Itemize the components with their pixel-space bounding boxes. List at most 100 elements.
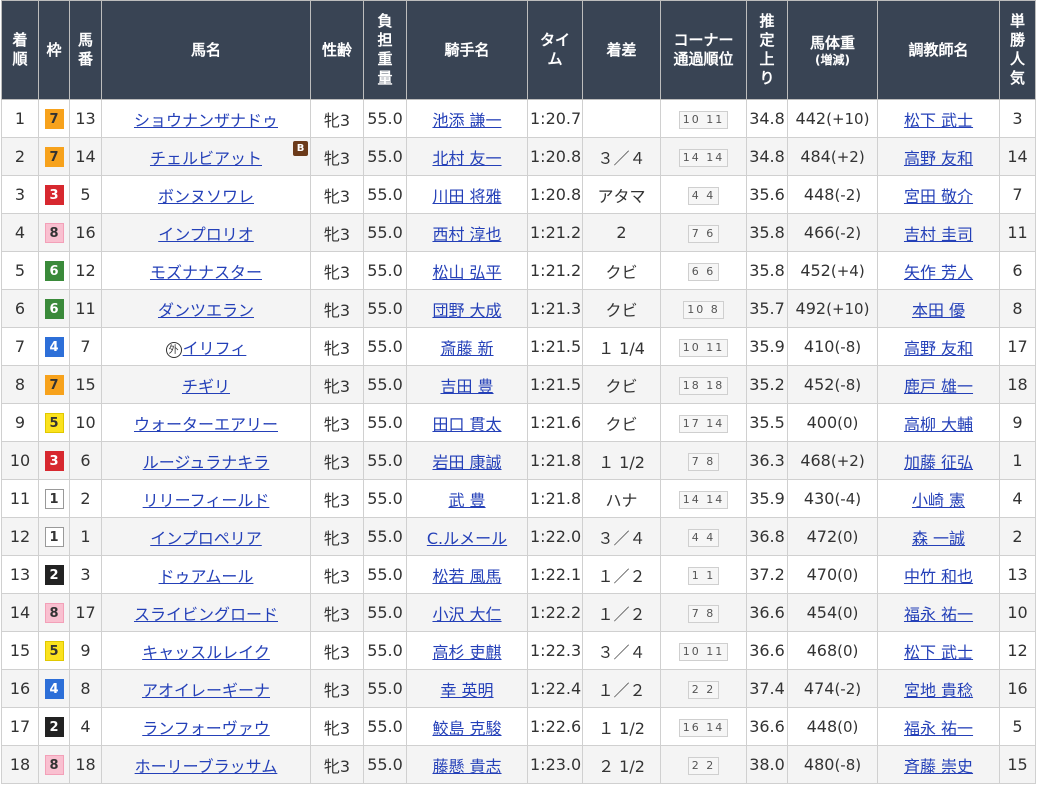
jockey-link[interactable]: 小沢 大仁 (432, 605, 501, 624)
jockey-link[interactable]: 高杉 吏麒 (432, 643, 501, 662)
waku-badge: 2 (44, 565, 64, 585)
popularity: 10 (1007, 603, 1028, 622)
time-cell: 1:22.0 (527, 517, 583, 556)
rank-cell: 10 (1, 441, 39, 480)
jockey-link[interactable]: 斎藤 新 (440, 339, 493, 358)
jockey-link[interactable]: 岩田 康誠 (432, 453, 501, 472)
trainer-link[interactable]: 松下 武士 (904, 111, 973, 130)
jockey-link[interactable]: 北村 友一 (432, 149, 501, 168)
corner-positions: 7 8 (687, 605, 720, 623)
margin-cell: クビ (582, 365, 661, 404)
burden-weight-cell: 55.0 (363, 99, 407, 138)
horse-name-link[interactable]: キャッスルレイク (142, 643, 270, 662)
trainer-link[interactable]: 高野 友和 (904, 339, 973, 358)
horse-name-link[interactable]: チェルビアット (150, 149, 262, 168)
horse-number: 9 (80, 641, 91, 660)
waku-cell: 7 (38, 137, 70, 176)
trainer-link[interactable]: 本田 優 (912, 301, 965, 320)
jockey-link[interactable]: 西村 淳也 (432, 225, 501, 244)
horse-weight-cell: 452(+4) (787, 251, 878, 290)
horse-weight: 454 (806, 603, 838, 622)
margin-value: １／２ (597, 566, 646, 586)
horse-weight: 448 (803, 185, 835, 204)
margin-cell: １ 1/2 (582, 441, 661, 480)
horse-name-link[interactable]: ランフォーヴァウ (142, 719, 270, 738)
horse-name-link[interactable]: イリフィ (183, 339, 247, 358)
time-cell: 1:22.3 (527, 631, 583, 670)
table-row: 14 8 17 スライビングロード 牝3 55.0 小沢 大仁 1:22.2 １… (1, 593, 1036, 632)
trainer-link[interactable]: 中竹 和也 (904, 567, 973, 586)
horse-name-link[interactable]: アオイレーギーナ (142, 681, 270, 700)
corner-cell: 10 11 (660, 99, 747, 138)
trainer-link[interactable]: 高柳 大輔 (904, 415, 973, 434)
trainer-link[interactable]: 宮地 貴稔 (904, 681, 973, 700)
horse-name-link[interactable]: ドゥアムール (159, 567, 254, 586)
horse-name-link[interactable]: スライビングロード (134, 605, 278, 624)
horse-name-link[interactable]: ホーリーブラッサム (135, 757, 278, 776)
jockey-link[interactable]: 吉田 豊 (440, 377, 493, 396)
jockey-link[interactable]: 団野 大成 (432, 301, 501, 320)
rank-value: 18 (9, 755, 31, 774)
trainer-link[interactable]: 吉村 圭司 (904, 225, 973, 244)
jockey-link[interactable]: 松山 弘平 (432, 263, 501, 282)
horse-number: 2 (80, 489, 91, 508)
horse-name-link[interactable]: チギリ (182, 377, 230, 396)
trainer-link[interactable]: 宮田 敬介 (904, 187, 973, 206)
jockey-link[interactable]: 幸 英明 (440, 681, 493, 700)
jockey-link[interactable]: 鮫島 克駿 (432, 719, 501, 738)
popularity-cell: 5 (999, 707, 1036, 746)
margin-value: アタマ (597, 186, 646, 206)
waku-cell: 6 (38, 251, 70, 290)
margin-value: ２ 1/2 (598, 756, 645, 776)
last3f-value: 35.9 (749, 489, 785, 508)
table-row: 8 7 15 チギリ 牝3 55.0 吉田 豊 1:21.5 クビ 18 18 … (1, 365, 1036, 404)
finish-time: 1:20.8 (530, 185, 582, 204)
jockey-link[interactable]: 松若 風馬 (432, 567, 501, 586)
trainer-link[interactable]: 小崎 憲 (912, 491, 965, 510)
trainer-link[interactable]: 福永 祐一 (904, 719, 973, 738)
horse-name-link[interactable]: ルージュラナキラ (143, 453, 270, 472)
margin-value: ３／４ (597, 642, 646, 662)
horse-name-link[interactable]: モズナナスター (150, 263, 262, 282)
horse-weight-cell: 492(+10) (787, 289, 878, 328)
last3f-cell: 38.0 (746, 745, 788, 784)
trainer-link[interactable]: 福永 祐一 (904, 605, 973, 624)
weight-diff: (0) (837, 718, 859, 736)
trainer-link[interactable]: 矢作 芳人 (904, 263, 973, 282)
header-trainer-label: 調教師名 (908, 40, 969, 59)
weight-diff: (+2) (830, 452, 865, 470)
trainer-link[interactable]: 森 一誠 (912, 529, 965, 548)
jockey-link[interactable]: C.ルメール (427, 529, 507, 548)
waku-badge: 5 (44, 413, 64, 433)
rank-value: 4 (14, 223, 26, 242)
trainer-link[interactable]: 加藤 征弘 (904, 453, 973, 472)
horse-number-cell: 12 (69, 251, 102, 290)
horse-name-link[interactable]: リリーフィールド (143, 491, 270, 510)
popularity-cell: 17 (999, 327, 1036, 366)
horse-name-link[interactable]: インプロリオ (158, 225, 254, 244)
jockey-link[interactable]: 田口 貫太 (432, 415, 501, 434)
horse-name-link[interactable]: ボンヌソワレ (158, 187, 254, 206)
horse-name-link[interactable]: ショウナンザナドゥ (134, 111, 278, 130)
blinker-icon: B (293, 141, 308, 156)
margin-cell: ３／４ (582, 517, 661, 556)
jockey-link[interactable]: 藤懸 貴志 (432, 757, 501, 776)
jockey-link[interactable]: 川田 将雅 (432, 187, 501, 206)
jockey-link[interactable]: 池添 謙一 (432, 111, 501, 130)
burden-weight: 55.0 (367, 299, 403, 318)
horse-name-link[interactable]: ダンツエラン (158, 301, 254, 320)
trainer-link[interactable]: 松下 武士 (904, 643, 973, 662)
jockey-link[interactable]: 武 豊 (448, 491, 485, 510)
table-row: 10 3 6 ルージュラナキラ 牝3 55.0 岩田 康誠 1:21.8 １ 1… (1, 441, 1036, 480)
sex-age-cell: 牝3 (310, 175, 364, 214)
sex-age-cell: 牝3 (310, 289, 364, 328)
margin-value: １ 1/4 (598, 338, 645, 358)
rank-value: 1 (14, 109, 26, 128)
trainer-link[interactable]: 鹿戸 雄一 (904, 377, 973, 396)
horse-name-cell: リリーフィールド (101, 479, 311, 518)
horse-name-link[interactable]: インプロペリア (150, 529, 262, 548)
trainer-link[interactable]: 高野 友和 (904, 149, 973, 168)
horse-name-link[interactable]: ウォーターエアリー (134, 415, 278, 434)
trainer-link[interactable]: 斉藤 崇史 (904, 757, 973, 776)
waku-badge: 5 (44, 641, 64, 661)
